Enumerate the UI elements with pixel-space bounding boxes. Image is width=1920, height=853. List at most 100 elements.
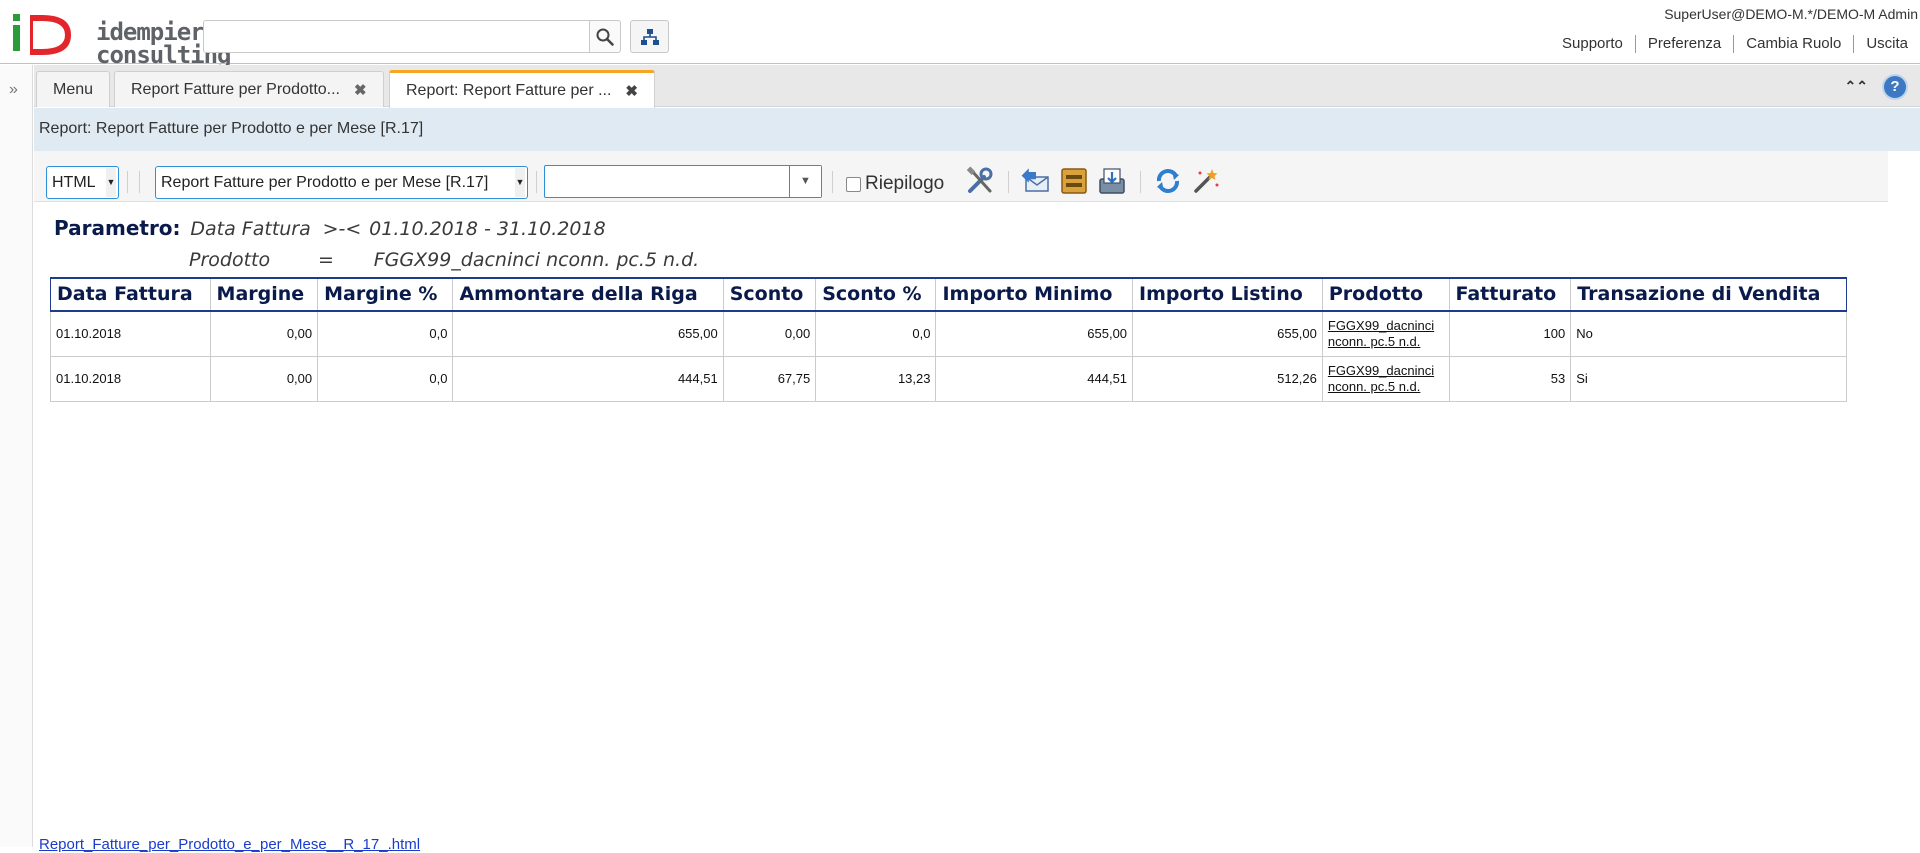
table-row: 01.10.2018 0,00 0,0 655,00 0,00 0,0 655,… (50, 310, 1847, 357)
print-format-combobox[interactable]: ▼ (544, 165, 822, 198)
product-link[interactable]: FGGX99_dacninci nconn. pc.5 n.d. (1328, 363, 1444, 395)
close-tab-icon[interactable]: ✖ (354, 81, 367, 99)
west-panel-collapsed: » (0, 65, 33, 847)
toolbar-separator (536, 171, 537, 193)
cell-sconto-pct: 13,23 (815, 355, 937, 402)
toolbar-separator (1008, 171, 1009, 193)
column-header: Data Fattura (50, 277, 211, 312)
cell-prodotto: FGGX99_dacninci nconn. pc.5 n.d. (1321, 310, 1450, 357)
tab-label: Report Fatture per Prodotto... (131, 80, 340, 98)
cell-importo-minimo: 655,00 (935, 310, 1134, 357)
format-select-value: HTML (52, 174, 96, 191)
chevron-down-icon: ▼ (106, 168, 116, 197)
param-value: FGGX99_dacninci nconn. pc.5 n.d. (373, 249, 700, 271)
cell-ammontare: 655,00 (452, 310, 724, 357)
cell-transazione: Si (1570, 355, 1847, 402)
cell-transazione: No (1570, 310, 1847, 357)
tab-menu[interactable]: Menu (36, 71, 111, 107)
column-header: Importo Minimo (935, 277, 1133, 312)
table-row: 01.10.2018 0,00 0,0 444,51 67,75 13,23 4… (50, 355, 1847, 402)
preferences-link[interactable]: Preferenza (1634, 35, 1733, 53)
column-header: Transazione di Vendita (1570, 277, 1847, 312)
checkbox-box[interactable] (846, 176, 861, 192)
param-value: 01.10.2018 - 31.10.2018 (369, 218, 606, 240)
column-header: Margine (209, 277, 318, 312)
param-name: Data Fattura (190, 218, 311, 240)
search-icon (596, 28, 614, 46)
column-header: Fatturato (1448, 277, 1571, 312)
support-link[interactable]: Supporto (1550, 35, 1635, 53)
table-header-row: Data Fattura Margine Margine % Ammontare… (50, 277, 1847, 312)
export-icon[interactable] (1096, 165, 1128, 197)
format-select[interactable]: HTML ▼ (46, 166, 119, 199)
column-header: Sconto % (815, 277, 936, 312)
tab-report-viewer[interactable]: Report: Report Fatture per ... ✖ (389, 70, 655, 108)
cell-prodotto: FGGX99_dacninci nconn. pc.5 n.d. (1321, 355, 1450, 402)
tab-bar: Menu Report Fatture per Prodotto... ✖ Re… (34, 65, 1920, 108)
cell-sconto-pct: 0,0 (815, 310, 937, 357)
company-logo[interactable]: idempiere consulting (10, 10, 231, 69)
column-header: Margine % (317, 277, 453, 312)
global-search-input[interactable] (203, 20, 590, 53)
help-icon: ? (1890, 78, 1900, 95)
help-button[interactable]: ? (1884, 76, 1906, 98)
report-toolbar: HTML ▼ Report Fatture per Prodotto e per… (34, 151, 1888, 202)
cell-importo-minimo: 444,51 (935, 355, 1134, 402)
cell-margine: 0,00 (209, 355, 319, 402)
expand-panel-icon[interactable]: » (9, 81, 18, 99)
report-param-1: Parametro: Data Fattura >-< 01.10.2018 -… (54, 216, 606, 241)
tab-label: Report: Report Fatture per ... (406, 81, 612, 99)
cell-fatturato: 100 (1448, 310, 1572, 357)
user-links: Supporto Preferenza Cambia Ruolo Uscita (1550, 35, 1920, 53)
cell-sconto: 0,00 (722, 310, 817, 357)
product-link-line: FGGX99_dacninci (1327, 317, 1435, 333)
product-link-line: nconn. pc.5 n.d. (1327, 333, 1421, 349)
column-header: Importo Listino (1132, 277, 1323, 312)
app-header: idempiere consulting SuperUser@DEMO-M.*/… (0, 0, 1920, 69)
collapse-header-icon[interactable]: ⌃⌃ (1845, 78, 1868, 95)
cell-margine-pct: 0,0 (317, 355, 454, 402)
param-key-label: Parametro: (54, 216, 181, 240)
menu-tree-button[interactable] (630, 20, 669, 53)
cell-margine-pct: 0,0 (317, 310, 454, 357)
window-title-bar: Report: Report Fatture per Prodotto e pe… (34, 108, 1920, 151)
report-select[interactable]: Report Fatture per Prodotto e per Mese [… (155, 166, 528, 199)
refresh-icon[interactable] (1152, 165, 1184, 197)
toolbar-separator (832, 171, 833, 193)
customize-report-icon[interactable] (964, 165, 996, 197)
user-role-label: SuperUser@DEMO-M.*/DEMO-M Admin (1664, 6, 1918, 22)
tab-label: Menu (53, 80, 94, 98)
column-header: Sconto (722, 277, 816, 312)
product-link-line: FGGX99_dacninci (1327, 362, 1435, 378)
cell-margine: 0,00 (209, 310, 319, 357)
toolbar-separator (127, 171, 128, 193)
change-role-link[interactable]: Cambia Ruolo (1733, 35, 1853, 53)
cell-data-fattura: 01.10.2018 (50, 355, 211, 402)
product-link[interactable]: FGGX99_dacninci nconn. pc.5 n.d. (1328, 318, 1444, 350)
chevron-down-icon[interactable]: ▼ (789, 166, 821, 197)
report-select-value: Report Fatture per Prodotto e per Mese [… (161, 174, 489, 191)
logout-link[interactable]: Uscita (1853, 35, 1920, 53)
close-tab-icon[interactable]: ✖ (625, 82, 638, 100)
param-name: Prodotto (189, 249, 271, 271)
chevron-down-icon: ▼ (515, 168, 525, 197)
logo-mark (13, 14, 72, 55)
tab-report-window[interactable]: Report Fatture per Prodotto... ✖ (114, 71, 384, 107)
sitemap-icon (640, 28, 659, 45)
product-link-line: nconn. pc.5 n.d. (1327, 378, 1421, 394)
toolbar-separator (1140, 171, 1141, 193)
cell-importo-listino: 655,00 (1132, 310, 1323, 357)
column-header: Ammontare della Riga (452, 277, 724, 312)
summary-checkbox[interactable]: Riepilogo (846, 173, 944, 195)
search-button[interactable] (589, 20, 621, 53)
archive-icon[interactable] (1058, 165, 1090, 197)
report-file-link[interactable]: Report_Fatture_per_Prodotto_e_per_Mese__… (39, 836, 420, 853)
report-param-2: Prodotto = FGGX99_dacninci nconn. pc.5 n… (189, 248, 699, 272)
send-mail-icon[interactable] (1020, 165, 1052, 197)
param-operator: = (317, 249, 334, 271)
toolbar-separator (139, 171, 140, 193)
cell-sconto: 67,75 (722, 355, 817, 402)
cell-importo-listino: 512,26 (1132, 355, 1323, 402)
report-table: Data Fattura Margine Margine % Ammontare… (50, 277, 1847, 402)
wizard-icon[interactable] (1190, 165, 1222, 197)
